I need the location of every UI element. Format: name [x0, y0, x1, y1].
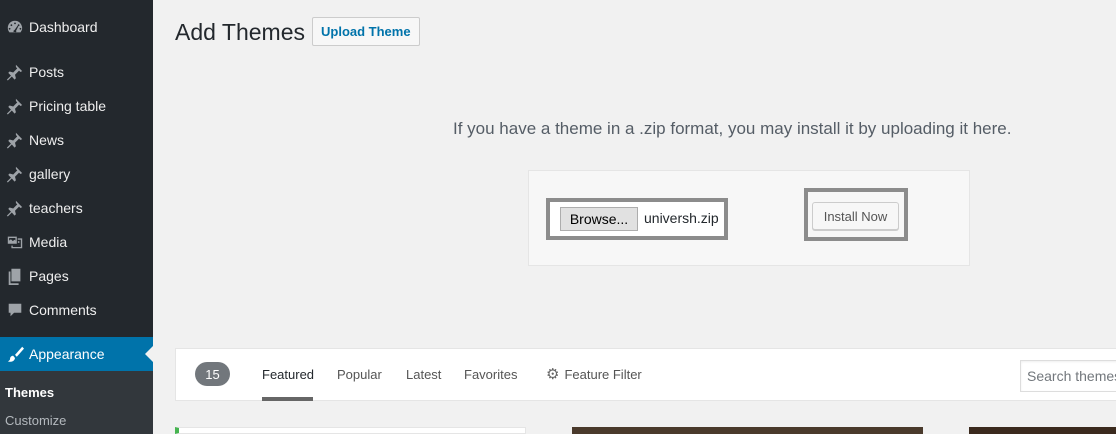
- feature-filter-label: Feature Filter: [564, 366, 642, 382]
- sidebar-item-label: teachers: [29, 200, 83, 216]
- active-indicator: [145, 346, 153, 362]
- submenu-item-customize[interactable]: Customize: [5, 413, 66, 428]
- pin-icon: [0, 63, 29, 81]
- sidebar-item-comments[interactable]: Comments: [0, 293, 153, 327]
- dashboard-icon: [0, 18, 29, 36]
- theme-count-badge: 15: [195, 362, 230, 386]
- gear-icon: ⚙: [546, 366, 560, 383]
- pin-icon: [0, 165, 29, 183]
- comment-icon: [0, 301, 29, 319]
- sidebar-item-posts[interactable]: Posts: [0, 55, 153, 89]
- media-icon: [0, 233, 29, 251]
- upload-theme-button[interactable]: Upload Theme: [312, 17, 420, 46]
- sidebar-item-gallery[interactable]: gallery: [0, 157, 153, 191]
- submenu-item-themes[interactable]: Themes: [5, 385, 54, 400]
- tab-latest[interactable]: Latest: [406, 367, 441, 382]
- sidebar-item-label: Posts: [29, 64, 65, 80]
- selected-file-name: universh.zip: [644, 210, 719, 226]
- sidebar-item-label: Media: [29, 234, 68, 250]
- search-themes-input[interactable]: [1020, 360, 1116, 392]
- theme-filter-bar: [175, 348, 1116, 401]
- theme-card[interactable]: [969, 427, 1116, 434]
- sidebar-item-label: Pages: [29, 268, 69, 284]
- sidebar-item-appearance[interactable]: Appearance: [0, 337, 153, 371]
- current-tab-underline: [262, 397, 313, 401]
- sidebar-item-pages[interactable]: Pages: [0, 259, 153, 293]
- tab-featured[interactable]: Featured: [262, 367, 314, 382]
- pages-icon: [0, 267, 29, 285]
- upload-description: If you have a theme in a .zip format, yo…: [453, 119, 1012, 138]
- sidebar-item-label: News: [29, 132, 65, 148]
- browse-button[interactable]: Browse...: [560, 207, 638, 231]
- feature-filter-button[interactable]: ⚙ Feature Filter: [546, 365, 642, 383]
- sidebar-item-media[interactable]: Media: [0, 225, 153, 259]
- tab-favorites[interactable]: Favorites: [464, 367, 517, 382]
- sidebar-item-label: Pricing table: [29, 98, 107, 114]
- sidebar-item-pricing-table[interactable]: Pricing table: [0, 89, 153, 123]
- sidebar-item-teachers[interactable]: teachers: [0, 191, 153, 225]
- page-title: Add Themes: [175, 19, 305, 45]
- theme-card[interactable]: [175, 427, 526, 434]
- pin-icon: [0, 199, 29, 217]
- theme-card[interactable]: [572, 427, 923, 434]
- sidebar-item-label: gallery: [29, 166, 71, 182]
- install-now-button[interactable]: Install Now: [812, 202, 899, 230]
- tab-popular[interactable]: Popular: [337, 367, 382, 382]
- pin-icon: [0, 97, 29, 115]
- sidebar-item-label: Appearance: [29, 346, 105, 362]
- admin-sidebar: Dashboard Posts Pricing table News galle…: [0, 0, 153, 434]
- pin-icon: [0, 131, 29, 149]
- sidebar-item-news[interactable]: News: [0, 123, 153, 157]
- sidebar-item-label: Comments: [29, 302, 97, 318]
- sidebar-item-dashboard[interactable]: Dashboard: [0, 10, 153, 44]
- brush-icon: [0, 345, 29, 363]
- sidebar-item-label: Dashboard: [29, 19, 98, 35]
